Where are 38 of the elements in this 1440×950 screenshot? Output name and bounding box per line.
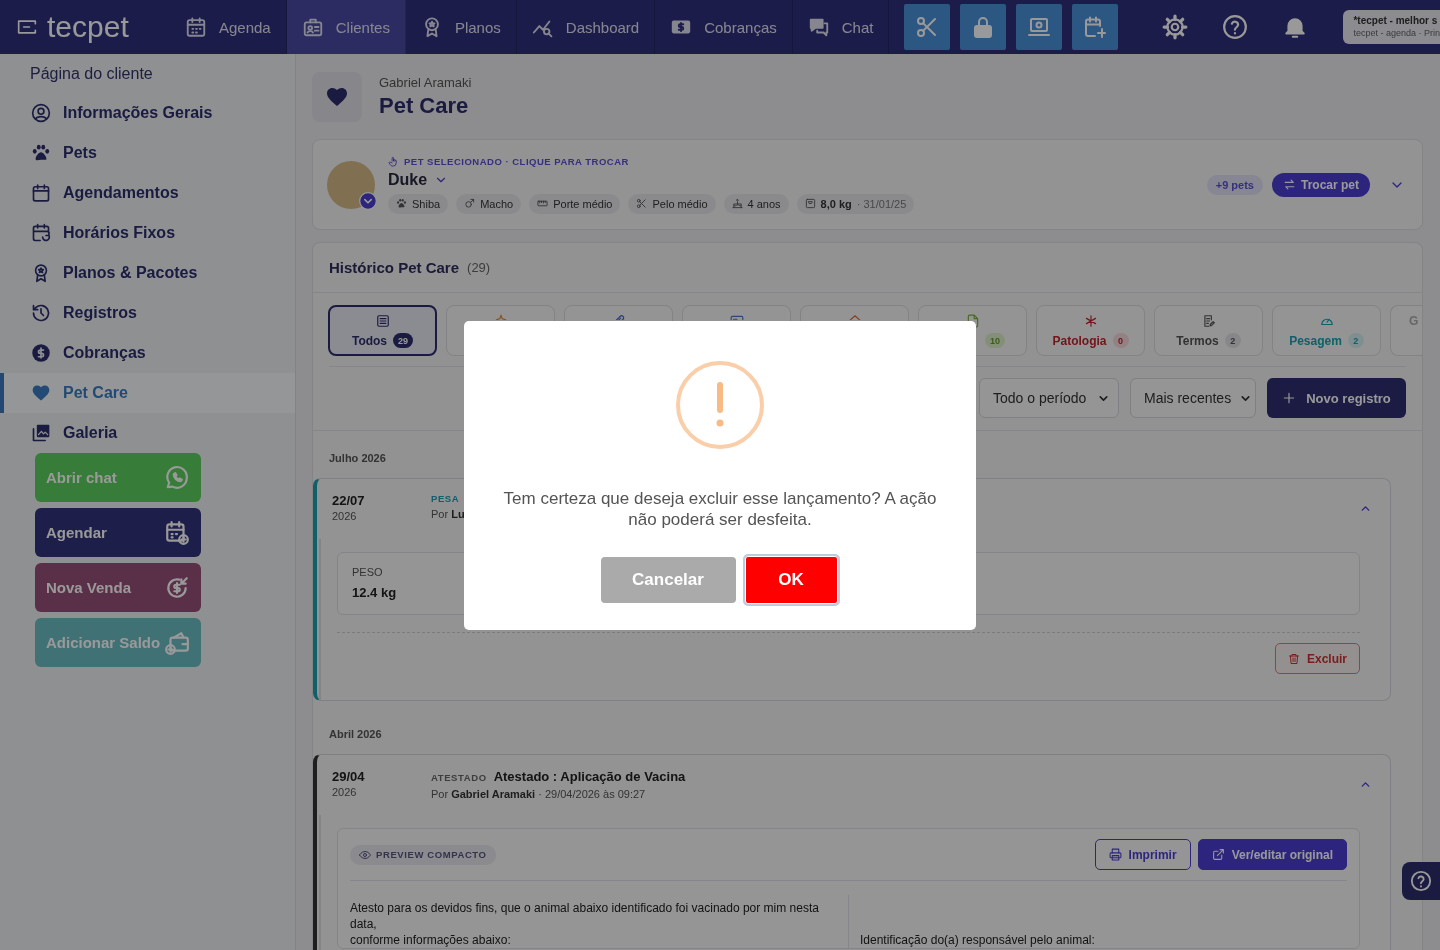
count-badge: 0 xyxy=(1112,333,1129,348)
trait-label: 8,0 kg xyxy=(820,197,852,210)
count-badge: 10 xyxy=(985,333,1005,348)
pet-caption: PET SELECIONADO · CLIQUE PARA TROCAR xyxy=(404,155,629,167)
count-badge: 2 xyxy=(1347,333,1364,348)
dialog-message: Tem certeza que deseja excluir esse lançamento? A ação não poderá ser desfeita. xyxy=(502,487,938,530)
trait-label: Macho xyxy=(480,197,514,210)
certificate-text: Atesto para os devidos fins, que o animal abaixo identificado foi vacinado por mim nesta data, conforme informações abaixo: xyxy=(350,900,820,948)
entry-type: PESA xyxy=(431,493,460,504)
account-name: *tecpet - melhor s xyxy=(1353,15,1439,27)
entry-year: 2026 xyxy=(332,786,358,798)
history-title: Histórico Pet Care xyxy=(329,259,460,276)
history-count: (29) xyxy=(467,260,491,275)
field-value: 12.4 kg xyxy=(352,585,398,600)
count-badge: 29 xyxy=(393,333,414,348)
account-detail: tecpet - agenda · Prin xyxy=(1353,27,1440,39)
client-name: Gabriel Aramaki xyxy=(379,75,472,90)
trait-label: 4 anos xyxy=(747,197,781,210)
field-label: PESO xyxy=(352,566,384,578)
entry-author: Por Lu xyxy=(431,508,465,520)
entry-type: ATESTADO xyxy=(431,772,487,783)
entry-date: 29/04 xyxy=(332,769,366,784)
trait-date: · 31/01/25 xyxy=(856,197,907,210)
trait-label: Pelo médio xyxy=(652,197,708,210)
trait-label: Porte médio xyxy=(553,197,613,210)
month-heading: Abril 2026 xyxy=(328,727,383,742)
entry-author: Por Gabriel Aramaki · 29/04/2026 às 09:27 xyxy=(431,788,647,800)
entry-year: 2026 xyxy=(332,510,358,522)
sidebar-title: Página do cliente xyxy=(29,64,154,84)
preview-label: PREVIEW COMPACTO xyxy=(376,849,487,860)
pet-name: Duke xyxy=(388,170,428,189)
responsible-heading: Identificação do(a) responsável pelo animal: xyxy=(860,932,1096,948)
entry-date: 22/07 xyxy=(332,493,366,508)
month-heading: Julho 2026 xyxy=(328,451,387,466)
entry-title: Atestado : Aplicação de Vacina xyxy=(493,769,686,784)
trait-label: Shiba xyxy=(412,197,441,210)
page-title: Pet Care xyxy=(379,93,470,119)
count-badge: 2 xyxy=(1224,333,1241,348)
